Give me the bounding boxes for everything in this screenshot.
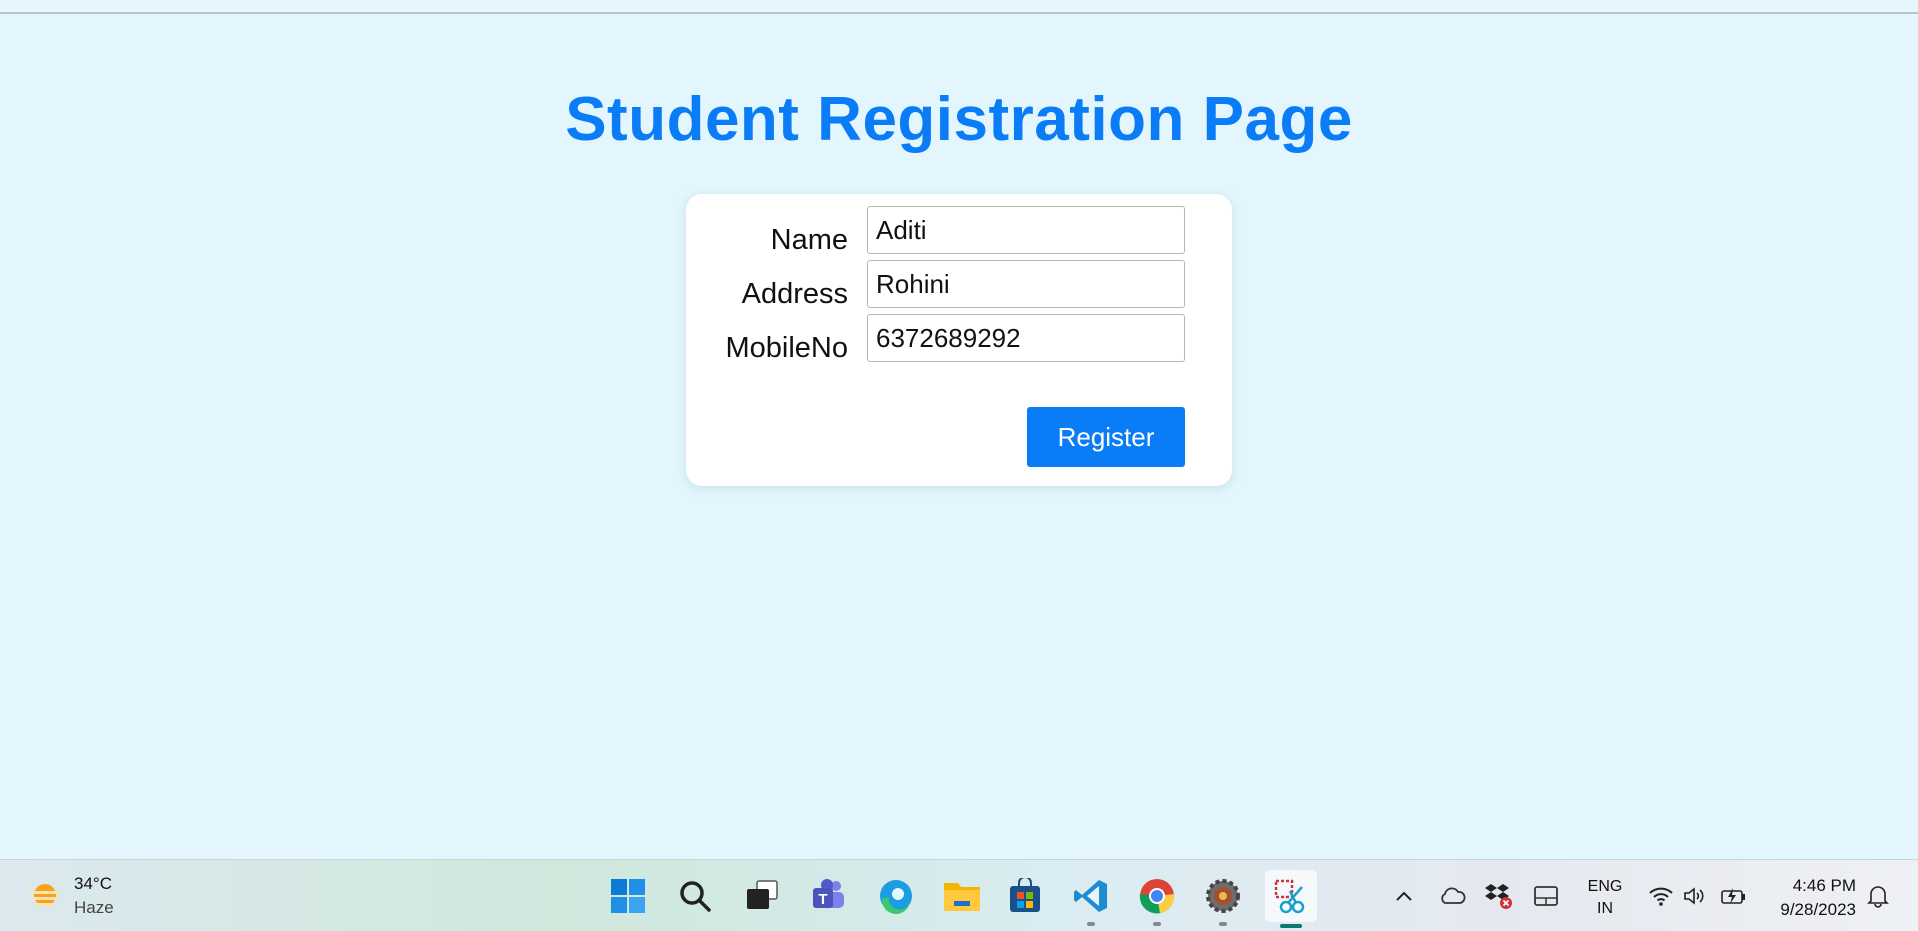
taskbar: 34°C Haze T ENG IN 4:46 PM 9/28/2023 bbox=[0, 859, 1918, 931]
wifi-icon bbox=[1649, 887, 1673, 906]
file-explorer-icon bbox=[944, 883, 980, 911]
snipping-tool-icon bbox=[1274, 879, 1305, 914]
cloud-icon bbox=[1441, 887, 1466, 904]
running-indicator bbox=[1219, 922, 1227, 926]
running-indicator bbox=[1153, 922, 1161, 926]
language-code: ENG bbox=[1587, 878, 1623, 895]
touchpad-icon bbox=[1534, 886, 1558, 906]
start-button[interactable] bbox=[604, 872, 652, 920]
teams-icon: T bbox=[813, 879, 844, 908]
language-indicator[interactable]: ENG IN bbox=[1580, 876, 1630, 920]
microsoft-store-icon bbox=[1010, 878, 1040, 912]
show-hidden-icons-button[interactable] bbox=[1388, 880, 1420, 912]
chevron-up-icon bbox=[1396, 891, 1412, 901]
weather-condition: Haze bbox=[74, 898, 114, 917]
running-indicator bbox=[1087, 922, 1095, 926]
teams-button[interactable]: T bbox=[805, 872, 853, 920]
file-explorer-button[interactable] bbox=[938, 872, 986, 920]
volume-button[interactable] bbox=[1679, 880, 1711, 912]
start-icon bbox=[611, 879, 645, 913]
sun-haze-icon bbox=[30, 884, 60, 906]
gear-app-button[interactable] bbox=[1199, 872, 1247, 926]
clock-date: 9/28/2023 bbox=[1780, 900, 1856, 919]
name-label: Name bbox=[770, 224, 848, 256]
page-title: Student Registration Page bbox=[565, 85, 1353, 154]
bell-icon bbox=[1867, 886, 1889, 908]
vscode-button[interactable] bbox=[1067, 872, 1115, 926]
edge-icon bbox=[880, 880, 912, 915]
registration-form: Name Address MobileNo Register bbox=[686, 194, 1232, 486]
region-code: IN bbox=[1597, 900, 1613, 917]
browser-top-edge bbox=[0, 0, 1918, 14]
task-view-button[interactable] bbox=[738, 872, 786, 920]
name-input[interactable] bbox=[867, 206, 1185, 254]
clock-time: 4:46 PM bbox=[1792, 876, 1856, 895]
clock[interactable]: 4:46 PM 9/28/2023 bbox=[1760, 874, 1856, 922]
chrome-button[interactable] bbox=[1133, 872, 1181, 926]
speaker-icon bbox=[1684, 887, 1704, 905]
dropbox-error-icon bbox=[1485, 884, 1512, 909]
page-content: Student Registration Page Name Address M… bbox=[0, 16, 1918, 859]
notifications-button[interactable] bbox=[1862, 880, 1894, 912]
wifi-button[interactable] bbox=[1645, 880, 1677, 912]
address-label: Address bbox=[741, 278, 848, 310]
chrome-icon bbox=[1139, 879, 1175, 914]
battery-button[interactable] bbox=[1718, 880, 1750, 912]
task-view-icon bbox=[747, 880, 778, 909]
register-button[interactable]: Register bbox=[1027, 407, 1185, 467]
svg-text:T: T bbox=[818, 891, 827, 908]
weather-temperature: 34°C bbox=[74, 874, 112, 893]
snipping-tool-button[interactable] bbox=[1265, 870, 1317, 928]
gear-app-icon bbox=[1206, 879, 1240, 913]
onedrive-button[interactable] bbox=[1436, 880, 1468, 912]
active-indicator bbox=[1280, 924, 1302, 928]
address-input[interactable] bbox=[867, 260, 1185, 308]
search-icon bbox=[680, 881, 711, 912]
mobile-label: MobileNo bbox=[725, 332, 849, 364]
weather-widget[interactable]: 34°C Haze bbox=[26, 870, 156, 920]
microsoft-store-button[interactable] bbox=[1001, 872, 1049, 920]
battery-charging-icon bbox=[1721, 888, 1745, 904]
touchpad-button[interactable] bbox=[1530, 880, 1562, 912]
dropbox-button[interactable] bbox=[1483, 880, 1515, 912]
edge-button[interactable] bbox=[872, 872, 920, 920]
mobile-input[interactable] bbox=[867, 314, 1185, 362]
vscode-icon bbox=[1074, 880, 1107, 912]
search-button[interactable] bbox=[671, 872, 719, 920]
